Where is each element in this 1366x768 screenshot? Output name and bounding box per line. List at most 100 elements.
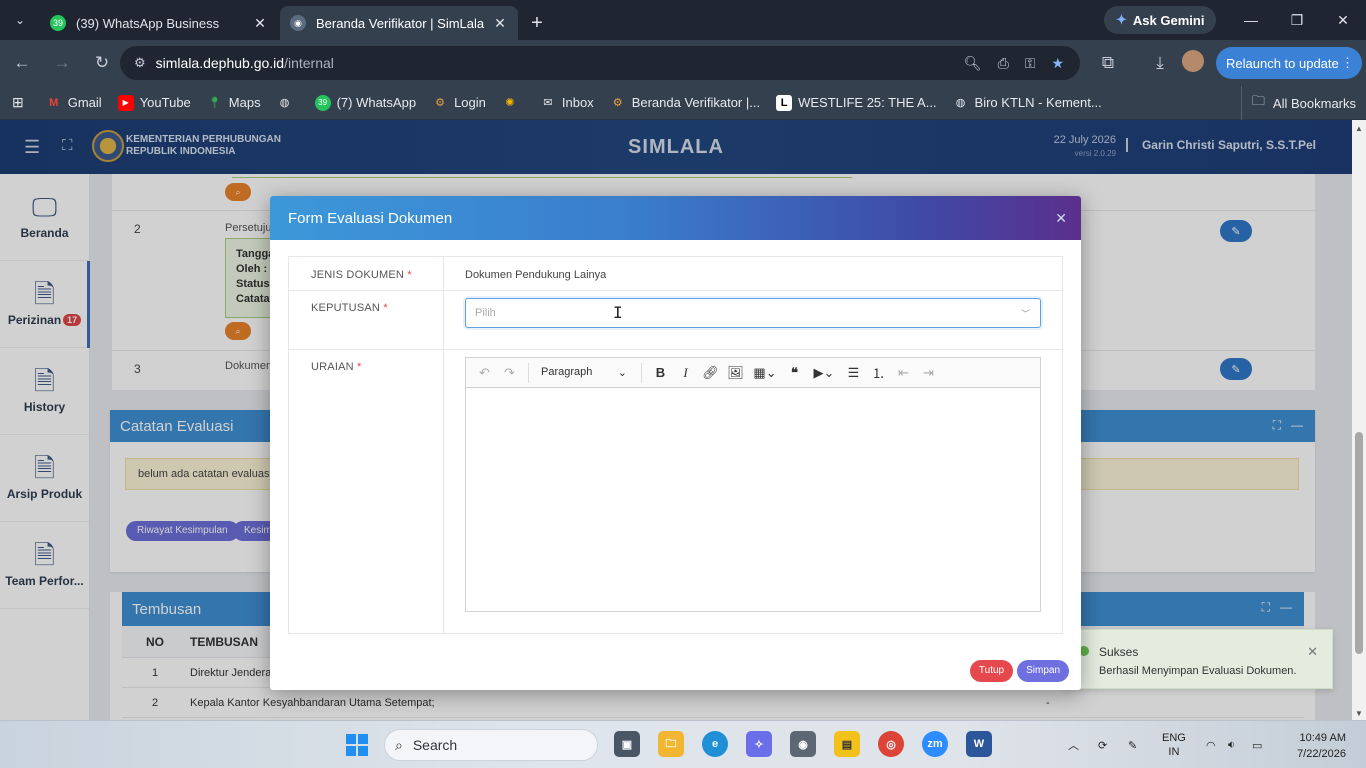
chevron-down-icon: ﹀ [1020,309,1030,319]
copilot-icon[interactable]: ✧ [746,731,772,757]
show-hidden-icons[interactable]: ︿ [1068,721,1079,768]
insert-table-icon[interactable]: ▦⌄ [748,365,782,381]
undo-icon[interactable]: ↶ [472,365,497,381]
close-tab-icon[interactable]: ✕ [492,15,508,32]
bookmark-youtube[interactable]: ▶ YouTube [117,94,191,111]
chrome-icon[interactable]: ◎ [878,731,904,757]
bookmark-label: Beranda Verifikator |... [631,95,761,110]
apps-grid-icon[interactable]: ⊞ [12,94,24,111]
search-placeholder: Search [412,737,458,753]
maps-pin-icon: 📍︎ [207,97,222,109]
profile-avatar[interactable] [1182,50,1204,72]
scroll-up-icon[interactable]: ▲ [1355,124,1363,133]
page-icon: L [776,94,793,111]
scroll-down-icon[interactable]: ▼ [1355,709,1363,718]
word-icon[interactable]: W [966,731,992,757]
bookmark-login[interactable]: ⚙ Login [432,95,486,111]
blockquote-icon[interactable]: ❝ [782,365,807,381]
bookmark-westlife[interactable]: L WESTLIFE 25: THE A... [776,94,937,111]
tab-simlala[interactable]: ◉ Beranda Verifikator | SimLala ✕ [280,6,518,40]
battery-icon[interactable]: ▭ [1252,721,1262,768]
wifi-icon[interactable]: ◠ [1206,721,1216,768]
restore-button[interactable]: ❐ [1274,0,1320,40]
paragraph-format-dropdown[interactable]: Paragraph ⌄ [535,366,635,379]
ask-gemini-button[interactable]: ✦ Ask Gemini [1104,6,1217,34]
media-embed-icon[interactable]: ▶⌄ [807,365,841,381]
close-window-button[interactable]: ✕ [1320,0,1366,40]
bookmark-inbox[interactable]: ✉ Inbox [540,95,594,111]
outdent-icon[interactable]: ⇤ [891,365,916,381]
clock-date: 7/22/2026 [1297,748,1346,760]
taskbar-search[interactable]: ⌕ Search [384,729,598,761]
minimize-button[interactable]: — [1228,0,1274,40]
numbered-list-icon[interactable]: ⒈ [866,363,891,382]
divider [528,362,529,383]
new-tab-button[interactable]: + [520,6,554,40]
bookmark-gmail[interactable]: M Gmail [46,95,102,111]
tab-whatsapp[interactable]: 39 (39) WhatsApp Business ✕ [40,6,278,40]
task-view-icon[interactable]: ▣ [614,731,640,757]
bookmark-globe[interactable]: ◍ [277,95,299,111]
bulleted-list-icon[interactable]: ☰ [841,365,866,381]
indent-icon[interactable]: ⇥ [916,365,941,381]
keputusan-select[interactable]: Pilih ﹀ [465,298,1041,328]
sync-icon[interactable]: ⟳ [1098,721,1107,768]
language-indicator[interactable]: ENG IN [1162,721,1186,768]
gmail-icon: M [49,96,59,109]
site-info-icon[interactable]: ⚙ [134,55,146,71]
editor-toolbar: ↶ ↷ Paragraph ⌄ B I 🔗︎ 🖼︎ ▦⌄ ❝ ▶⌄ ☰ ⒈ ⇤ ⇥ [466,358,1040,388]
keputusan-label: KEPUTUSAN * [311,302,388,314]
edge-icon[interactable]: e [702,731,728,757]
sticky-notes-icon[interactable]: ▤ [834,731,860,757]
editor-content-area[interactable] [466,388,1040,611]
all-bookmarks-button[interactable]: 🗀 All Bookmarks [1240,86,1356,120]
evaluation-modal: Form Evaluasi Dokumen ✕ JENIS DOKUMEN * … [270,196,1081,690]
back-button[interactable]: ← [4,45,40,81]
modal-title: Form Evaluasi Dokumen [288,210,453,227]
relaunch-button[interactable]: Relaunch to update ⋮ [1216,47,1362,79]
zoom-icon[interactable]: 🔍︎ [964,55,982,72]
select-placeholder: Pilih [475,307,496,319]
system-clock[interactable]: 10:49 AM 7/22/2026 [1280,730,1346,762]
pen-icon[interactable]: ✎ [1128,721,1137,768]
forward-button[interactable]: → [44,45,80,81]
bookmark-maps[interactable]: 📍︎ Maps [207,95,261,111]
volume-icon[interactable]: 🔉︎ [1228,721,1235,768]
modal-footer: Tutup Simpan [969,660,1069,682]
tab-search-chevron-icon[interactable]: ⌄ [0,0,40,40]
bookmark-biro[interactable]: ◍ Biro KTLN - Kement... [953,95,1102,111]
redo-icon[interactable]: ↷ [497,365,522,381]
divider [289,290,1062,291]
address-bar[interactable]: ⚙ simlala.dephub.go.id/internal 🔍︎ ⎙ ⚿ ★ [120,46,1080,80]
bold-icon[interactable]: B [648,365,673,380]
search-icon: ⌕ [395,736,403,753]
download-icon[interactable]: ⤓ [1142,45,1178,81]
italic-icon[interactable]: I [673,365,698,381]
close-icon[interactable]: ✕ [1055,210,1067,227]
bookmark-star-icon[interactable]: ★ [1051,55,1064,72]
reload-button[interactable]: ↻ [84,45,120,81]
install-app-icon[interactable]: ⎙ [998,55,1009,72]
whatsapp-icon: 39 [314,94,331,111]
page-scrollbar[interactable]: ▲ ▼ [1352,120,1366,720]
tutup-button[interactable]: Tutup [969,660,1014,682]
start-button[interactable] [346,734,368,756]
modal-header: Form Evaluasi Dokumen ✕ [270,196,1081,240]
zoom-app-icon[interactable]: zm [922,731,948,757]
uraian-rich-text-editor: ↶ ↷ Paragraph ⌄ B I 🔗︎ 🖼︎ ▦⌄ ❝ ▶⌄ ☰ ⒈ ⇤ ⇥ [465,357,1041,612]
scrollbar-thumb[interactable] [1355,432,1363,654]
insert-image-icon[interactable]: 🖼︎ [723,365,748,381]
extensions-icon[interactable]: ⧉ [1090,45,1126,81]
simpan-button[interactable]: Simpan [1017,660,1069,682]
link-icon[interactable]: 🔗︎ [698,365,723,381]
bookmark-label: Inbox [561,95,594,110]
bookmark-pinwheel[interactable]: ✺ [502,95,524,111]
bookmark-beranda[interactable]: ⚙ Beranda Verifikator |... [610,95,760,111]
globe-icon: ◍ [279,97,290,109]
camera-icon[interactable]: ◉ [790,731,816,757]
password-key-icon[interactable]: ⚿ [1025,55,1036,72]
file-explorer-icon[interactable]: 🗀 [658,731,684,757]
close-icon[interactable]: ✕ [1307,644,1318,660]
close-tab-icon[interactable]: ✕ [252,15,268,32]
bookmark-whatsapp[interactable]: 39 (7) WhatsApp [314,94,416,111]
